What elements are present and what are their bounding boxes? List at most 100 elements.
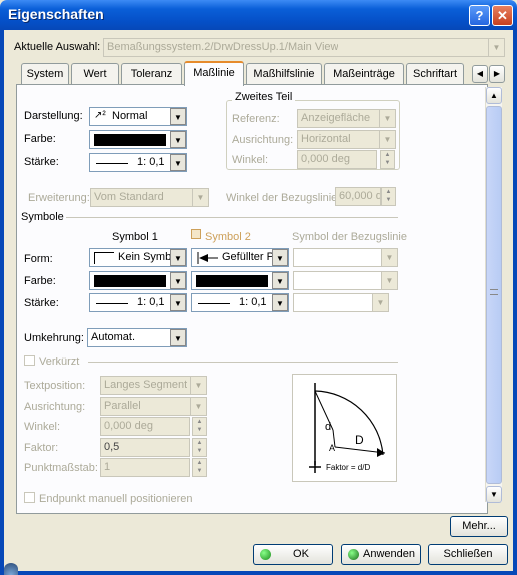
grip-icon — [490, 289, 498, 295]
winkel-bezugslinie-spinner[interactable]: ▲ ▼ — [381, 187, 396, 206]
staerke2-combo[interactable]: 1: 0,1 ▼ — [191, 293, 289, 312]
ausrichtung-label: Ausrichtung: — [232, 134, 294, 146]
winkel-spinner[interactable]: ▲ ▼ — [380, 150, 395, 169]
scroll-down-icon[interactable]: ▼ — [486, 486, 502, 503]
referenz-combo[interactable]: Anzeigefläche ▼ — [297, 109, 396, 128]
punktmassstab-value: 1 — [104, 461, 111, 473]
faktor-field[interactable]: 0,5 — [100, 438, 190, 457]
scroll-thumb[interactable] — [486, 106, 502, 484]
staerke1-value: 1: 0,1 — [137, 296, 165, 308]
chevron-down-icon[interactable]: ▼ — [379, 110, 395, 127]
staerke2-value: 1: 0,1 — [239, 296, 267, 308]
ausrichtung-combo[interactable]: Horizontal ▼ — [297, 130, 396, 149]
tab-toleranz[interactable]: Toleranz — [121, 63, 182, 84]
verkuerzt-label: Verkürzt — [39, 356, 80, 368]
chevron-down-icon[interactable]: ▼ — [170, 249, 186, 266]
verkuerzt-winkel-spinner[interactable]: ▲ ▼ — [192, 417, 207, 436]
darstellung-value: Normal — [112, 110, 148, 122]
diagram-label-d: d — [325, 421, 332, 433]
form2-value: Gefüllter P — [222, 251, 274, 263]
winkel-field[interactable]: 0,000 deg — [297, 150, 377, 169]
textposition-value: Langes Segment — [104, 379, 188, 391]
darstellung-combo[interactable]: ↗² Normal ▼ — [89, 107, 187, 126]
symbol-farbe-label: Farbe: — [24, 275, 56, 287]
winkel-bezugslinie-label: Winkel der Bezugslinie: — [226, 192, 341, 204]
close-button[interactable]: ✕ — [492, 5, 513, 26]
diagram-formula: Faktor = d/D — [326, 463, 371, 472]
staerke3-combo[interactable]: ▼ — [293, 293, 389, 312]
apply-icon — [348, 549, 359, 560]
zweites-teil-title: Zweites Teil — [232, 91, 296, 103]
chevron-down-icon[interactable]: ▼ — [170, 108, 186, 125]
chevron-down-icon[interactable]: ▼ — [372, 294, 388, 311]
line-weight-icon — [96, 163, 128, 164]
verkuerzt-checkbox[interactable] — [24, 355, 35, 366]
chevron-down-icon[interactable]: ▼ — [381, 249, 397, 266]
chevron-down-icon[interactable]: ▼ — [170, 154, 186, 171]
faktor-value: 0,5 — [104, 441, 120, 453]
tab-wert[interactable]: Wert — [71, 63, 119, 84]
filled-arrow-icon — [196, 252, 218, 264]
chevron-down-icon[interactable]: ▼ — [192, 189, 208, 206]
chevron-down-icon[interactable]: ▼ — [170, 131, 186, 148]
erweiterung-label: Erweiterung: — [28, 192, 90, 204]
chevron-down-icon[interactable]: ▼ — [170, 272, 186, 289]
farbe1-combo[interactable]: ▼ — [89, 271, 187, 290]
farbe-combo[interactable]: ▼ — [89, 130, 187, 149]
endpunkt-label: Endpunkt manuell positionieren — [39, 493, 193, 505]
form-label: Form: — [24, 253, 53, 265]
form2-combo[interactable]: Gefüllter P ▼ — [191, 248, 289, 267]
window-title: Eigenschaften — [8, 6, 104, 22]
verkuerzt-ausrichtung-combo[interactable]: Parallel ▼ — [100, 397, 207, 416]
erweiterung-value: Vom Standard — [94, 191, 164, 203]
verkuerzt-winkel-field[interactable]: 0,000 deg — [100, 417, 190, 436]
tab-masslinie[interactable]: Maßlinie — [184, 61, 244, 86]
tab-scroll-left-icon[interactable]: ◀ — [472, 65, 488, 83]
ok-button[interactable]: OK — [253, 544, 333, 565]
chevron-down-icon[interactable]: ▼ — [272, 272, 288, 289]
chevron-down-icon[interactable]: ▼ — [488, 39, 504, 56]
anwenden-button[interactable]: Anwenden — [341, 544, 421, 565]
chevron-down-icon[interactable]: ▼ — [272, 249, 288, 266]
punktmassstab-field[interactable]: 1 — [100, 458, 190, 477]
tab-masseintraege[interactable]: Maßeinträge — [324, 63, 404, 84]
tab-system[interactable]: System — [21, 63, 69, 84]
symbol2-header: Symbol 2 — [205, 231, 251, 243]
umkehrung-combo[interactable]: Automat. ▼ — [87, 328, 187, 347]
chevron-down-icon[interactable]: ▼ — [190, 398, 206, 415]
chevron-down-icon[interactable]: ▼ — [170, 329, 186, 346]
chevron-down-icon[interactable]: ▼ — [272, 294, 288, 311]
tab-schriftart[interactable]: Schriftart — [406, 63, 464, 84]
mehr-button[interactable]: Mehr... — [450, 516, 508, 537]
verkuerzt-ausrichtung-label: Ausrichtung: — [24, 401, 86, 413]
erweiterung-combo[interactable]: Vom Standard ▼ — [90, 188, 209, 207]
symbol2-checkbox[interactable] — [191, 229, 201, 239]
chevron-down-icon[interactable]: ▼ — [190, 377, 206, 394]
tab-masshilfslinie[interactable]: Maßhilfslinie — [246, 63, 322, 84]
farbe3-combo[interactable]: ▼ — [293, 271, 398, 290]
chevron-down-icon[interactable]: ▼ — [170, 294, 186, 311]
tab-scroll-right-icon[interactable]: ▶ — [489, 65, 505, 83]
darstellung-label: Darstellung: — [24, 110, 83, 122]
verkuerzt-separator — [88, 362, 398, 363]
faktor-spinner[interactable]: ▲ ▼ — [192, 438, 207, 457]
faktor-diagram: d A D Faktor = d/D — [292, 374, 397, 482]
textposition-combo[interactable]: Langes Segment ▼ — [100, 376, 207, 395]
form3-combo[interactable]: ▼ — [293, 248, 398, 267]
symbol-staerke-label: Stärke: — [24, 297, 59, 309]
punktmassstab-spinner[interactable]: ▲ ▼ — [192, 458, 207, 477]
chevron-down-icon[interactable]: ▼ — [379, 131, 395, 148]
selection-combo[interactable]: Bemaßungssystem.2/DrwDressUp.1/Main View… — [103, 38, 505, 57]
farbe2-combo[interactable]: ▼ — [191, 271, 289, 290]
color-swatch-black — [196, 275, 268, 287]
chevron-down-icon[interactable]: ▼ — [381, 272, 397, 289]
schliessen-button[interactable]: Schließen — [428, 544, 508, 565]
scroll-up-icon[interactable]: ▲ — [486, 87, 502, 104]
winkel-bezugslinie-field[interactable]: 60,000 d — [335, 187, 381, 206]
help-button[interactable]: ? — [469, 5, 490, 26]
staerke-combo[interactable]: 1: 0,1 ▼ — [89, 153, 187, 172]
line-weight-icon — [96, 303, 128, 304]
form1-combo[interactable]: Kein Symbol ▼ — [89, 248, 187, 267]
staerke1-combo[interactable]: 1: 0,1 ▼ — [89, 293, 187, 312]
endpunkt-checkbox[interactable] — [24, 492, 35, 503]
